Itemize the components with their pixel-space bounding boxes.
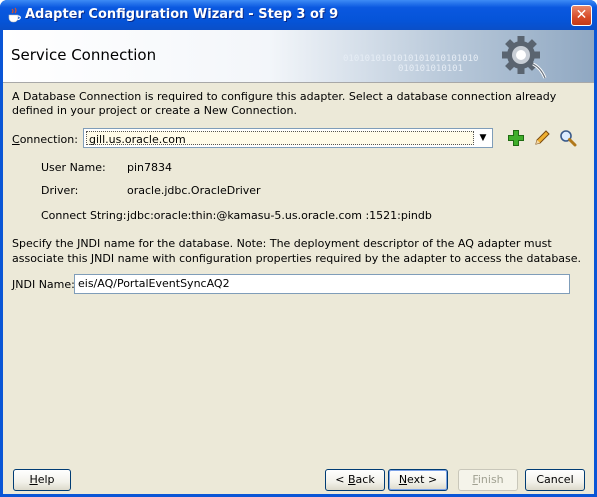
driver-label: Driver: (41, 184, 79, 197)
plus-icon[interactable] (507, 129, 525, 147)
jndi-label-text: NDI Name: (15, 278, 75, 291)
help-button[interactable]: Help (13, 469, 71, 491)
connection-label: Connection: (12, 133, 78, 146)
connection-dropdown[interactable]: gill.us.oracle.com ▼ (83, 128, 493, 148)
connection-label-text: onnection: (19, 133, 78, 146)
user-name-value: pin7834 (127, 161, 173, 174)
header-separator (3, 82, 594, 83)
close-button[interactable]: ✕ (571, 5, 592, 26)
binary-decoration: 0101010101010101010101010 (343, 54, 479, 64)
connect-string-value: jdbc:oracle:thin:@kamasu-5.us.oracle.com… (127, 209, 432, 222)
connect-string-label: Connect String: (41, 209, 127, 222)
dropdown-arrow-icon[interactable]: ▼ (476, 131, 490, 145)
back-button[interactable]: < Back (325, 469, 385, 491)
window-title: Adapter Configuration Wizard - Step 3 of… (25, 7, 339, 22)
connection-selected-value: gill.us.oracle.com (89, 133, 186, 146)
magnifier-icon[interactable] (559, 129, 577, 147)
java-cup-icon (8, 7, 21, 23)
wizard-header: Service Connection 010101010101010101010… (3, 30, 594, 82)
back-prefix: < (335, 473, 348, 486)
connection-label-mnemonic: C (12, 133, 20, 146)
wizard-window: Adapter Configuration Wizard - Step 3 of… (0, 0, 597, 497)
jndi-name-label: JNDI Name: (12, 278, 75, 291)
pencil-icon[interactable] (533, 129, 551, 147)
wizard-body: Service Connection 010101010101010101010… (3, 30, 594, 494)
jndi-name-input[interactable]: eis/AQ/PortalEventSyncAQ2 (74, 274, 570, 294)
next-label: ext > (407, 473, 438, 486)
back-label: ack (355, 473, 375, 486)
finish-label: inish (477, 473, 504, 486)
binary-decoration-2: 010101010101 (398, 64, 464, 74)
connection-description: A Database Connection is required to con… (12, 90, 557, 117)
page-title: Service Connection (11, 46, 157, 64)
finish-button: Finish (458, 469, 518, 491)
cancel-label: Cancel (536, 473, 574, 486)
title-bar[interactable]: Adapter Configuration Wizard - Step 3 of… (0, 0, 597, 30)
driver-value: oracle.jdbc.OracleDriver (127, 184, 261, 197)
help-mnemonic: H (29, 473, 38, 486)
next-button[interactable]: Next > (388, 469, 448, 491)
gear-plug-icon (502, 36, 547, 79)
next-mnemonic: N (398, 473, 408, 486)
cancel-button[interactable]: Cancel (525, 469, 585, 491)
connection-dropdown-focus: gill.us.oracle.com (86, 131, 474, 146)
close-icon: ✕ (575, 7, 588, 23)
jndi-description: Specify the JNDI name for the database. … (12, 237, 582, 265)
back-mnemonic: B (348, 473, 356, 486)
help-label: elp (37, 473, 55, 486)
user-name-label: User Name: (41, 161, 106, 174)
